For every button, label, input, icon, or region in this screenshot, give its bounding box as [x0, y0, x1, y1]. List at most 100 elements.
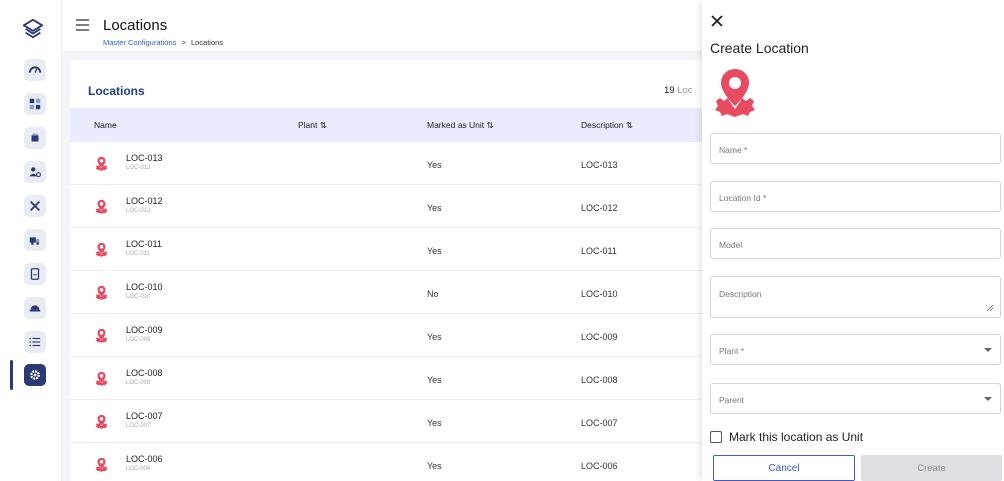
table-row[interactable]: LOC-012 LOC-012 Yes LOC-012: [70, 185, 702, 228]
row-marked-as-unit: No: [427, 289, 439, 299]
row-name: LOC-011: [126, 239, 162, 249]
row-description: LOC-008: [581, 375, 618, 385]
row-description: LOC-009: [581, 332, 618, 342]
row-marked-as-unit: Yes: [427, 203, 442, 213]
row-marked-as-unit: Yes: [427, 160, 442, 170]
mark-as-unit-label[interactable]: Mark this location as Unit: [729, 430, 863, 444]
close-icon[interactable]: [710, 14, 724, 28]
resize-handle-icon[interactable]: [987, 305, 993, 311]
hamburger-menu-icon[interactable]: [76, 19, 89, 31]
page-title: Locations: [103, 17, 168, 34]
table-row[interactable]: LOC-009 LOC-009 Yes LOC-009: [70, 314, 702, 357]
mark-as-unit-checkbox[interactable]: [710, 431, 722, 443]
location-gear-icon: [95, 328, 108, 343]
breadcrumb-separator: >: [181, 38, 186, 47]
chevron-down-icon: [984, 396, 992, 401]
row-marked-as-unit: Yes: [427, 461, 442, 471]
column-header-plant[interactable]: Plant ⇅: [298, 120, 327, 131]
row-name: LOC-006: [126, 454, 163, 464]
row-name: LOC-009: [126, 325, 163, 335]
sidebar: [0, 0, 62, 481]
sidebar-active-indicator: [10, 360, 13, 390]
locations-card: Locations 19 Loc Name Plant ⇅ Marked as …: [70, 60, 702, 481]
location-gear-icon: [95, 371, 108, 386]
row-name: LOC-007: [126, 411, 163, 421]
row-name: LOC-012: [126, 196, 163, 206]
chevron-down-icon: [984, 347, 992, 352]
row-name: LOC-013: [126, 153, 163, 163]
dashboard-grid-icon: [29, 98, 41, 110]
row-code: LOC-008: [126, 380, 151, 386]
document-icon: [30, 268, 40, 280]
create-location-drawer: Create Location Name * Location Id * Mod…: [702, 0, 1004, 481]
row-description: LOC-010: [581, 289, 618, 299]
column-header-name[interactable]: Name: [94, 120, 117, 130]
stacked-layers-logo[interactable]: [22, 18, 44, 40]
row-name: LOC-008: [126, 368, 163, 378]
sidebar-item-documents[interactable]: [24, 263, 46, 285]
sidebar-item-users[interactable]: [24, 161, 46, 183]
row-marked-as-unit: Yes: [427, 418, 442, 428]
model-field-placeholder: Model: [719, 240, 743, 250]
table-row[interactable]: LOC-011 LOC-011 Yes LOC-011: [70, 228, 702, 271]
sidebar-item-modules[interactable]: [24, 93, 46, 115]
gear-icon: [30, 370, 40, 380]
row-description: LOC-013: [581, 160, 618, 170]
row-code: LOC-009: [126, 337, 151, 343]
row-description: LOC-011: [581, 246, 617, 256]
location-gear-icon: [95, 156, 108, 171]
location-gear-icon: [95, 242, 108, 257]
column-header-marked-as-unit[interactable]: Marked as Unit ⇅: [427, 120, 494, 131]
table-row[interactable]: LOC-010 LOC-010 No LOC-010: [70, 271, 702, 314]
sidebar-item-safety[interactable]: [24, 297, 46, 319]
location-gear-icon: [95, 199, 108, 214]
table-row[interactable]: LOC-007 LOC-007 Yes LOC-007: [70, 400, 702, 443]
location-gear-icon: [95, 285, 108, 300]
sidebar-item-settings[interactable]: [24, 364, 46, 386]
location-id-field[interactable]: Location Id *: [710, 181, 1001, 212]
description-field[interactable]: Description: [710, 276, 1001, 318]
model-field[interactable]: Model: [710, 228, 1001, 259]
truck-icon: [29, 237, 40, 245]
record-count-number: 19: [664, 85, 675, 96]
parent-select-placeholder: Parent: [719, 395, 745, 405]
row-code: LOC-007: [126, 423, 151, 429]
breadcrumb: Master Configurations > Locations: [103, 38, 223, 47]
sidebar-item-vehicles[interactable]: [24, 229, 46, 251]
row-description: LOC-012: [581, 203, 618, 213]
drawer-title: Create Location: [710, 40, 809, 56]
sidebar-item-inventory[interactable]: [24, 127, 46, 149]
column-header-description[interactable]: Description ⇅: [581, 120, 633, 131]
row-marked-as-unit: Yes: [427, 375, 442, 385]
row-code: LOC-013: [126, 165, 151, 171]
row-marked-as-unit: Yes: [427, 246, 442, 256]
plant-select[interactable]: Plant *: [710, 334, 1001, 365]
box-icon: [31, 133, 39, 142]
sidebar-item-dashboard[interactable]: [24, 59, 46, 81]
description-field-placeholder: Description: [719, 289, 762, 299]
row-code: LOC-012: [126, 208, 151, 214]
breadcrumb-link-master-configurations[interactable]: Master Configurations: [103, 38, 176, 47]
table-header: Name Plant ⇅ Marked as Unit ⇅ Descriptio…: [70, 108, 702, 142]
sidebar-item-lists[interactable]: [24, 331, 46, 353]
location-gear-icon: [715, 69, 755, 117]
tools-icon: [30, 201, 40, 211]
record-count-label: Loc: [677, 85, 693, 96]
gauge-icon: [28, 66, 42, 73]
row-marked-as-unit: Yes: [427, 332, 442, 342]
name-field[interactable]: Name *: [710, 133, 1001, 164]
parent-select[interactable]: Parent: [710, 383, 1001, 414]
row-code: LOC-011: [126, 251, 150, 257]
list-icon: [29, 337, 41, 347]
table-row[interactable]: LOC-006 LOC-006 Yes LOC-006: [70, 443, 702, 481]
cancel-button[interactable]: Cancel: [713, 455, 855, 481]
helmet-icon: [29, 305, 41, 312]
sidebar-item-tools[interactable]: [24, 195, 46, 217]
name-field-placeholder: Name *: [719, 145, 748, 155]
table-body: LOC-013 LOC-013 Yes LOC-013 LOC-012 LOC-012 Ye…: [70, 142, 702, 481]
row-code: LOC-010: [126, 294, 151, 300]
table-row[interactable]: LOC-013 LOC-013 Yes LOC-013: [70, 142, 702, 185]
location-gear-icon: [95, 414, 108, 429]
table-row[interactable]: LOC-008 LOC-008 Yes LOC-008: [70, 357, 702, 400]
create-button[interactable]: Create: [861, 455, 1002, 481]
